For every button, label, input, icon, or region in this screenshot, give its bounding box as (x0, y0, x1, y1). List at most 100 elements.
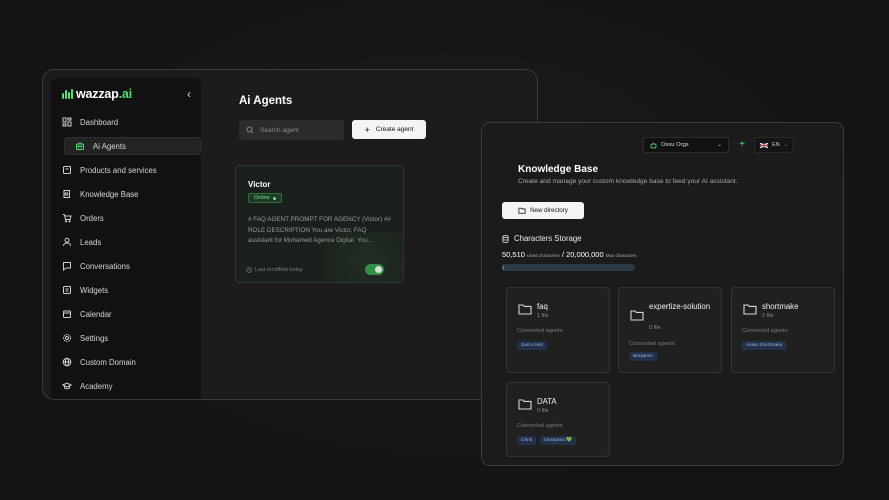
agent-chips: Benjamin (629, 352, 657, 361)
agent-chip[interactable]: Chris (517, 436, 537, 445)
search-placeholder: Search agent (260, 126, 299, 134)
folder-file-count: 1 file (537, 313, 549, 319)
ai-agents-window: wazzap.ai ‹ Dashboard Ai Agents Products… (42, 69, 538, 400)
storage-progress-bar (502, 264, 635, 271)
uk-flag-icon (760, 142, 768, 148)
sidebar-item-knowledge-base[interactable]: Knowledge Base (51, 182, 201, 206)
agent-description: # FAQ AGENT PROMPT FOR AGENCY (Victor) #… (248, 216, 392, 244)
add-org-button[interactable]: + (735, 137, 749, 153)
robot-icon (75, 141, 85, 151)
folder-file-count: 0 file (537, 408, 549, 414)
folder-name: DATA (537, 397, 557, 406)
used-label: Used characters (527, 253, 560, 258)
sidebar-item-dashboard[interactable]: Dashboard (51, 110, 201, 134)
sidebar-item-calendar[interactable]: Calendar (51, 302, 201, 326)
org-name: Ossu Orgs (661, 142, 689, 148)
status-dot-icon (272, 196, 276, 200)
folder-plus-icon (518, 207, 526, 214)
folder-file-count: 0 file (649, 325, 661, 331)
agent-chips: Chris Oussama 💚 (517, 436, 577, 445)
sidebar-item-label: Widgets (80, 285, 109, 295)
language-code: EN (772, 142, 780, 148)
sidebar-item-label: Calendar (80, 309, 112, 319)
sidebar-item-label: Leads (80, 237, 102, 247)
page-title: Ai Agents (239, 95, 293, 107)
agent-chip[interactable]: Assia Shortmake (742, 341, 787, 350)
search-icon (246, 126, 254, 134)
folder-name: shortmake (762, 302, 799, 311)
sidebar-item-label: Orders (80, 213, 104, 223)
folder-icon (518, 304, 532, 315)
sidebar-item-leads[interactable]: Leads (51, 230, 201, 254)
folder-icon (630, 310, 644, 321)
status-badge: Online (248, 193, 282, 203)
sidebar-item-label: Ai Agents (93, 141, 126, 151)
create-agent-button[interactable]: + Create agent (352, 120, 426, 139)
agent-chips: Just a test (517, 341, 547, 350)
connected-agents-label: Connected agents: (742, 328, 789, 334)
book-icon (62, 189, 72, 199)
sidebar-item-academy[interactable]: Academy (51, 374, 201, 398)
used-characters: 50,510 (502, 250, 525, 259)
sidebar-item-widgets[interactable]: Widgets (51, 278, 201, 302)
last-modified-text: Last modified today (255, 267, 303, 273)
dashboard-icon (62, 117, 72, 127)
folder-name: faq (537, 302, 548, 311)
folder-card[interactable]: faq 1 file Connected agents: Just a test (506, 287, 610, 373)
folder-card[interactable]: expertize-solution 0 file Connected agen… (618, 287, 722, 373)
sidebar-item-label: Dashboard (80, 117, 119, 127)
folder-card[interactable]: DATA 0 file Connected agents: Chris Ouss… (506, 382, 610, 457)
storage-title-text: Characters Storage (514, 234, 582, 243)
folder-file-count: 0 file (762, 313, 774, 319)
sidebar-item-label: Settings (80, 333, 109, 343)
gear-icon (62, 333, 72, 343)
sidebar-item-label: Knowledge Base (80, 189, 139, 199)
connected-agents-label: Connected agents: (517, 423, 564, 429)
folder-card[interactable]: shortmake 0 file Connected agents: Assia… (731, 287, 835, 373)
widget-icon (62, 285, 72, 295)
cart-icon (62, 213, 72, 223)
sidebar: wazzap.ai ‹ Dashboard Ai Agents Products… (51, 78, 201, 399)
folder-name: expertize-solution (649, 302, 711, 311)
agent-chips: Assia Shortmake (742, 341, 787, 350)
sidebar-item-label: Products and services (80, 165, 157, 175)
agent-name: Victor (248, 180, 271, 189)
sidebar-item-ai-agents[interactable]: Ai Agents (64, 137, 201, 155)
user-icon (62, 237, 72, 247)
agent-enabled-toggle[interactable] (365, 264, 384, 275)
agent-card[interactable]: Victor Online # FAQ AGENT PROMPT FOR AGE… (235, 165, 404, 283)
sidebar-nav: Dashboard Ai Agents Products and service… (51, 110, 201, 398)
globe-icon (62, 357, 72, 367)
sidebar-item-products[interactable]: Products and services (51, 158, 201, 182)
connected-agents-label: Connected agents: (517, 328, 564, 334)
new-directory-label: New directory (530, 207, 568, 214)
sidebar-item-settings[interactable]: Settings (51, 326, 201, 350)
agent-chip[interactable]: Benjamin (629, 352, 657, 361)
agent-chip[interactable]: Just a test (517, 341, 547, 350)
search-input[interactable]: Search agent (239, 120, 344, 140)
chevron-down-icon: ⌄ (716, 142, 722, 148)
new-directory-button[interactable]: New directory (502, 202, 584, 219)
create-agent-label: Create agent (375, 126, 414, 133)
graduation-cap-icon (62, 381, 72, 391)
wazzap-logo-icon (62, 89, 73, 99)
org-selector[interactable]: Ossu Orgs ⌄ (643, 137, 729, 153)
storage-title: Characters Storage (502, 234, 582, 243)
sidebar-item-conversations[interactable]: Conversations (51, 254, 201, 278)
max-label: Max characters (605, 253, 637, 258)
brand-logo[interactable]: wazzap.ai (62, 86, 132, 102)
language-selector[interactable]: EN ⌄ (754, 137, 794, 153)
folder-icon (743, 304, 757, 315)
max-characters: 20,000,000 (566, 250, 604, 259)
page-subtitle: Create and manage your custom knowledge … (518, 178, 738, 185)
agent-chip[interactable]: Oussama 💚 (540, 436, 577, 445)
separator: / (561, 250, 564, 259)
sidebar-item-label: Conversations (80, 261, 130, 271)
brand-name: wazzap.ai (76, 87, 132, 101)
page-title: Knowledge Base (518, 164, 599, 175)
plus-icon: + (364, 124, 370, 135)
collapse-sidebar-chevron-icon[interactable]: ‹ (182, 87, 196, 101)
sidebar-item-orders[interactable]: Orders (51, 206, 201, 230)
sidebar-item-custom-domain[interactable]: Custom Domain (51, 350, 201, 374)
box-icon (62, 165, 72, 175)
